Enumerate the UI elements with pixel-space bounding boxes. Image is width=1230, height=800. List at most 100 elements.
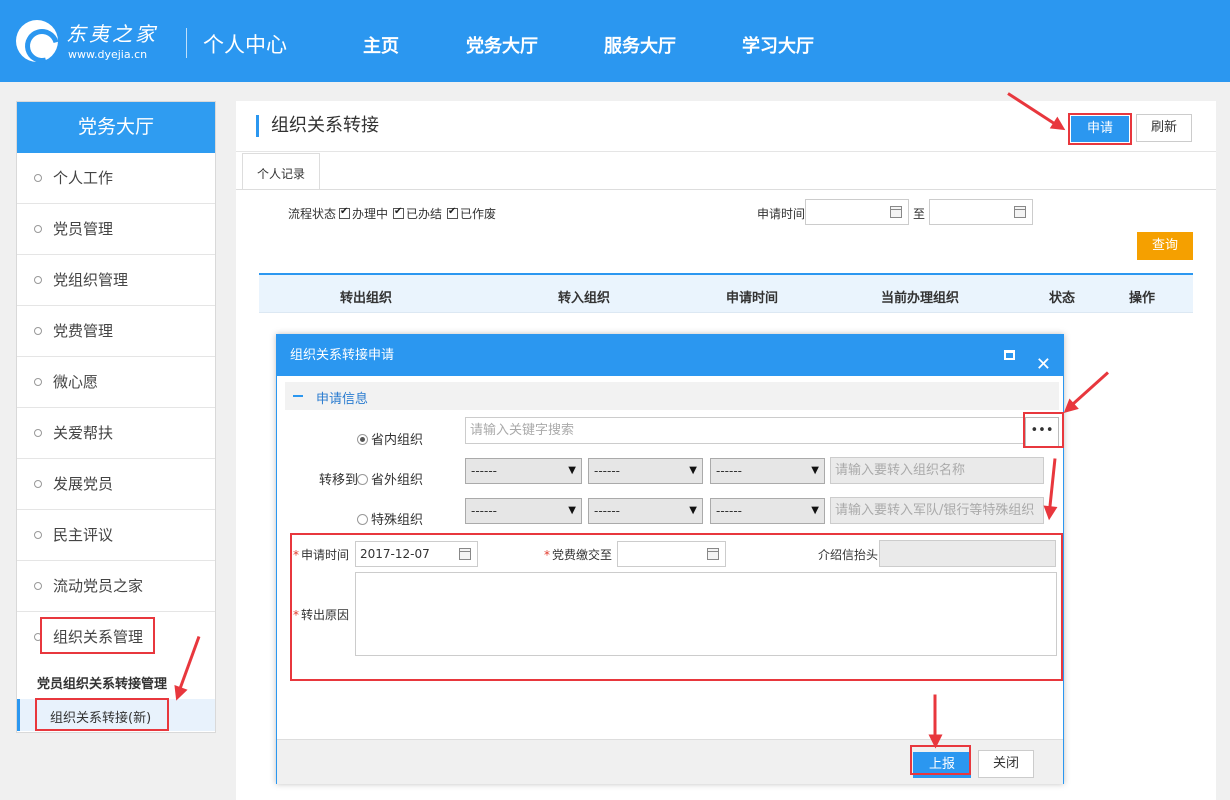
date-range-separator: 至	[913, 207, 926, 221]
dropdown-arrow-icon: ▼	[811, 505, 819, 516]
bullet-icon	[34, 378, 42, 386]
nav-home[interactable]: 主页	[363, 32, 399, 58]
logo-url: www.dyejia.cn	[68, 48, 148, 61]
highlight-box-leaf	[35, 698, 169, 731]
sidebar-item-label: 党费管理	[53, 322, 114, 340]
dropdown-arrow-icon: ▼	[689, 505, 697, 516]
column-header: 状态	[1049, 291, 1076, 306]
dropdown-arrow-icon: ▼	[689, 465, 697, 476]
close-button[interactable]: 关闭	[978, 750, 1034, 778]
radio-unchecked-icon	[357, 474, 368, 485]
highlight-box-form	[290, 533, 1063, 681]
tab-personal-records[interactable]: 个人记录	[242, 153, 320, 189]
end-date-input[interactable]	[929, 199, 1033, 225]
highlight-box-apply	[1068, 113, 1132, 145]
highlight-box-submit	[910, 745, 971, 775]
dropdown-arrow-icon: ▼	[568, 465, 576, 476]
section-header[interactable]: 申请信息	[285, 382, 1059, 410]
sidebar-item-label: 微心愿	[53, 373, 99, 391]
bullet-icon	[34, 225, 42, 233]
radio-out-province[interactable]: 省外组织	[357, 469, 423, 488]
highlight-box-picker	[1023, 412, 1064, 448]
checkbox-completed-label: 已办结	[406, 207, 443, 221]
nav-service-hall[interactable]: 服务大厅	[604, 32, 676, 58]
radio-unchecked-icon	[357, 514, 368, 525]
highlight-box-org-mgmt	[40, 617, 155, 654]
radio-label: 省内组织	[371, 433, 424, 448]
sidebar-item-fee-mgmt[interactable]: 党费管理	[17, 306, 215, 357]
calendar-icon[interactable]	[1014, 206, 1026, 218]
sidebar-item-label: 民主评议	[53, 526, 114, 544]
select-value: ------	[594, 504, 620, 518]
logo-icon	[16, 20, 58, 62]
out-province-org-input[interactable]: 请输入要转入组织名称	[830, 457, 1044, 484]
sidebar-item-label: 发展党员	[53, 475, 114, 493]
dropdown-arrow-icon: ▼	[568, 505, 576, 516]
checkbox-in-progress-label: 办理中	[352, 207, 389, 221]
bullet-icon	[34, 429, 42, 437]
sidebar-item-member-mgmt[interactable]: 党员管理	[17, 204, 215, 255]
bullet-icon	[34, 174, 42, 182]
sidebar-item-personal-work[interactable]: 个人工作	[17, 153, 215, 204]
bullet-icon	[34, 480, 42, 488]
bullet-icon	[34, 327, 42, 335]
calendar-icon[interactable]	[890, 206, 902, 218]
radio-checked-icon	[357, 434, 368, 445]
district-select[interactable]: ------ ▼	[710, 458, 825, 484]
sidebar-item-micro-wish[interactable]: 微心愿	[17, 357, 215, 408]
radio-label: 特殊组织	[371, 513, 424, 528]
checkbox-voided-label: 已作废	[460, 207, 497, 221]
special-unit-select[interactable]: ------ ▼	[710, 498, 825, 524]
sidebar-item-label: 党组织管理	[53, 271, 129, 289]
page-title: 组织关系转接	[256, 115, 379, 137]
nav-study-hall[interactable]: 学习大厅	[742, 32, 814, 58]
sidebar-item-care-support[interactable]: 关爱帮扶	[17, 408, 215, 459]
sidebar-title: 党务大厅	[17, 102, 215, 153]
select-value: ------	[594, 464, 620, 478]
collapse-icon[interactable]	[293, 395, 303, 397]
close-icon[interactable]: ✕	[1036, 344, 1051, 385]
refresh-button[interactable]: 刷新	[1136, 114, 1192, 142]
checkbox-completed[interactable]	[393, 206, 405, 219]
select-value: ------	[471, 464, 497, 478]
special-type-select[interactable]: ------ ▼	[465, 498, 582, 524]
column-header: 转出组织	[340, 291, 393, 306]
sidebar-item-org-mgmt[interactable]: 党组织管理	[17, 255, 215, 306]
records-table-header: 转出组织 转入组织 申请时间 当前办理组织 状态 操作	[259, 273, 1193, 313]
select-value: ------	[471, 504, 497, 518]
query-button[interactable]: 查询	[1137, 232, 1193, 260]
radio-special-org[interactable]: 特殊组织	[357, 509, 423, 528]
radio-in-province[interactable]: 省内组织	[357, 429, 423, 448]
top-bar: 东夷之家 www.dyejia.cn 个人中心 主页 党务大厅 服务大厅 学习大…	[0, 0, 1230, 82]
org-search-input[interactable]: 请输入关键字搜索	[465, 417, 1025, 444]
start-date-input[interactable]	[805, 199, 909, 225]
radio-label: 省外组织	[371, 473, 424, 488]
special-sub-select[interactable]: ------ ▼	[588, 498, 703, 524]
column-header: 当前办理组织	[881, 291, 960, 306]
header-divider	[186, 28, 187, 58]
sidebar-item-develop-members[interactable]: 发展党员	[17, 459, 215, 510]
apply-time-filter-label: 申请时间	[757, 207, 806, 221]
special-org-input[interactable]: 请输入要转入军队/银行等特殊组织	[830, 497, 1044, 524]
dialog-title: 组织关系转接申请	[290, 348, 395, 363]
header-title: 个人中心	[203, 33, 287, 57]
logo-text: 东夷之家	[66, 22, 158, 46]
maximize-icon[interactable]	[1004, 350, 1015, 360]
column-header: 操作	[1129, 291, 1156, 306]
province-select[interactable]: ------ ▼	[465, 458, 582, 484]
tab-underline	[236, 189, 1216, 190]
column-header: 申请时间	[726, 291, 779, 306]
checkbox-voided[interactable]	[447, 206, 459, 219]
column-header: 转入组织	[558, 291, 611, 306]
bullet-icon	[34, 582, 42, 590]
nav-party-hall[interactable]: 党务大厅	[466, 32, 538, 58]
city-select[interactable]: ------ ▼	[588, 458, 703, 484]
checkbox-in-progress[interactable]	[339, 206, 351, 219]
sidebar-item-democratic-review[interactable]: 民主评议	[17, 510, 215, 561]
sidebar-item-label: 党员管理	[53, 220, 114, 238]
bullet-icon	[34, 276, 42, 284]
sidebar-item-mobile-members[interactable]: 流动党员之家	[17, 561, 215, 612]
bullet-icon	[34, 531, 42, 539]
sidebar-item-label: 流动党员之家	[53, 577, 144, 595]
select-value: ------	[716, 504, 742, 518]
